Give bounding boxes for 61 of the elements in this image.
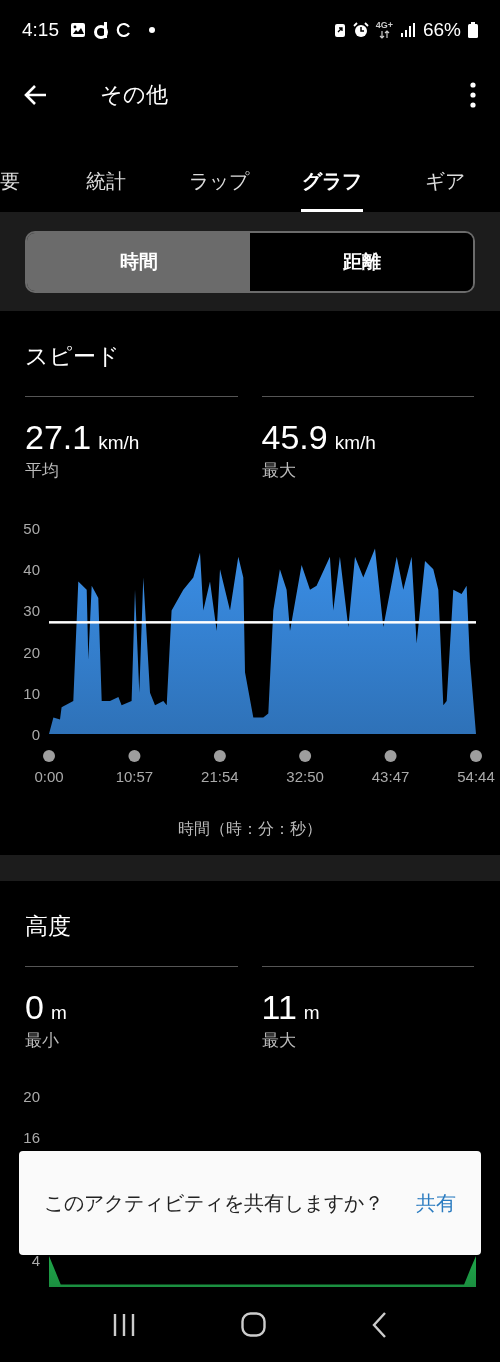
alarm-icon [352, 22, 369, 38]
axis-label: 10:57 [115, 768, 154, 785]
stat-label: 最大 [261, 1030, 297, 1052]
axis-label: 32:50 [286, 768, 324, 785]
axis-label: 21:54 [201, 768, 239, 785]
recent-apps-icon [113, 1312, 135, 1337]
axis-title: 時間（時：分：秒） [178, 819, 322, 839]
tab[interactable]: 要 [0, 155, 20, 212]
image-icon [70, 22, 86, 38]
stat-label: 最小 [25, 1030, 60, 1052]
axis-tick-dot [299, 750, 312, 762]
sync-icon [116, 22, 132, 38]
app-logo-icon [93, 21, 109, 39]
tab[interactable]: ギア [413, 155, 476, 212]
tab[interactable]: ラップ [187, 155, 250, 212]
status-time: 4:15 [22, 19, 59, 41]
axis-label: 0 [31, 726, 40, 743]
axis-label: 54:44 [457, 768, 495, 785]
battery-percent: 66% [422, 19, 461, 41]
stat-value: 0 [25, 987, 44, 1027]
stat-label: 最大 [261, 460, 297, 482]
signal-icon [399, 22, 416, 38]
battery-saver-icon [333, 22, 346, 38]
back-chevron-icon [372, 1311, 387, 1338]
more-icon [470, 82, 476, 108]
network-type: 4G+ [375, 21, 393, 30]
axis-tick-dot [470, 750, 482, 762]
axis-label: 43:47 [371, 768, 410, 785]
stat-unit: m [303, 1002, 320, 1024]
axis-label: 20 [23, 643, 40, 661]
segment-button[interactable]: 時間 [27, 233, 250, 291]
share-link[interactable]: 共有 [416, 1185, 456, 1221]
stat-label: 平均 [25, 460, 60, 482]
axis-tick-dot [384, 750, 397, 762]
axis-tick-dot [43, 750, 55, 762]
stat-value: 27.1 [25, 417, 92, 457]
section-title: 高度 [24, 912, 72, 941]
stat-value: 45.9 [261, 417, 328, 457]
stat-unit: km/h [334, 432, 376, 454]
section-title: スピード [24, 342, 121, 371]
home-icon [241, 1312, 266, 1337]
axis-label: 40 [23, 561, 40, 579]
axis-label: 16 [23, 1129, 40, 1146]
axis-tick-dot [213, 750, 226, 762]
axis-label: 0:00 [34, 768, 64, 785]
axis-tick-dot [128, 750, 141, 762]
screen-title: その他 [100, 81, 169, 109]
notification-dot-icon [149, 27, 155, 33]
segment-button[interactable]: 距離 [250, 233, 473, 291]
axis-label: 10 [23, 684, 40, 702]
tab[interactable]: 統計 [74, 155, 137, 212]
snackbar-message: このアクティビティを共有しますか？ [44, 1191, 385, 1216]
battery-icon [468, 22, 478, 38]
axis-label: 20 [23, 1088, 40, 1105]
axis-label: 50 [23, 520, 40, 537]
stat-value: 11 [261, 987, 297, 1027]
axis-label: 4 [31, 1252, 40, 1269]
stat-unit: m [50, 1002, 67, 1024]
axis-label: 30 [23, 602, 40, 620]
data-arrows-icon [378, 30, 390, 39]
stat-unit: km/h [98, 432, 140, 454]
